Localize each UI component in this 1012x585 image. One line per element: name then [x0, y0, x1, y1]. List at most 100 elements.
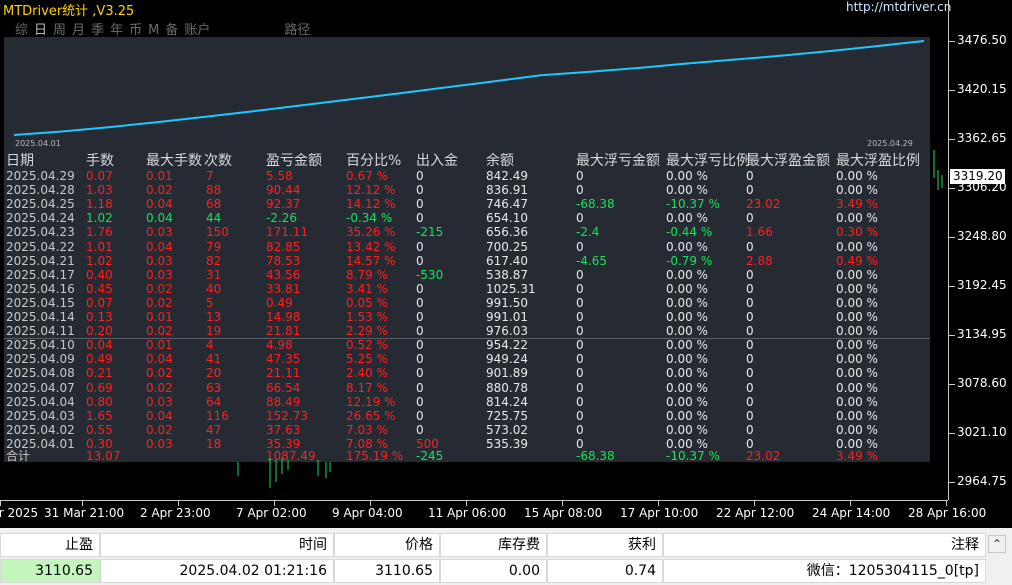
time-label: 29 Mar 2025: [0, 506, 39, 520]
table-cell: 0: [746, 352, 754, 367]
table-cell: 2025.04.04: [6, 394, 75, 409]
table-cell: 836.91: [486, 183, 528, 198]
site-link[interactable]: http://mtdriver.cn: [846, 0, 951, 14]
grid-cell[interactable]: 3110.65: [334, 559, 440, 583]
table-cell: 0.40: [86, 267, 113, 282]
equity-date-end: 2025.04.29: [867, 139, 913, 148]
table-cell: 0: [416, 211, 424, 226]
table-cell: 0: [576, 380, 584, 395]
toolbar-item-3[interactable]: 月: [72, 23, 85, 38]
table-cell: 23.02: [746, 197, 781, 212]
table-cell: 43.56: [266, 267, 301, 282]
table-cell: 13: [206, 310, 222, 324]
toolbar-item-1[interactable]: 日: [34, 23, 47, 38]
table-cell: 0: [416, 366, 424, 381]
table-cell: 171.11: [266, 225, 308, 240]
table-cell: 2025.04.08: [6, 366, 75, 381]
order-grid: 止盈 时间 价格 库存费 获利 注释 3110.65 2025.04.02 01:21:16 3…: [0, 528, 1012, 585]
grid-cell[interactable]: 0.74: [547, 559, 663, 583]
table-cell: 538.87: [486, 267, 528, 282]
grid-header[interactable]: 时间: [100, 533, 334, 557]
table-cell: 0.00 %: [666, 352, 708, 367]
price-tick: [949, 433, 955, 434]
table-cell: 2025.04.29: [6, 169, 75, 183]
table-cell: 0.21: [86, 366, 113, 381]
grid-cell[interactable]: 3110.65: [0, 559, 100, 583]
grid-cell[interactable]: 微信：1205304115_0[tp]: [663, 559, 986, 583]
toolbar-item-6[interactable]: 币: [129, 23, 142, 38]
table-cell: 0.02: [146, 295, 173, 310]
table-cell: 0: [746, 310, 754, 324]
toolbar-item-8[interactable]: 备: [165, 23, 178, 38]
table-cell: 654.10: [486, 211, 528, 226]
price-tick: [949, 237, 955, 238]
grid-header[interactable]: 获利: [547, 533, 663, 557]
price-tick: [949, 286, 955, 287]
price-chart[interactable]: MTDriver统计 ,V3.25 http://mtdriver.cn 综日周…: [0, 0, 1012, 528]
table-cell: 617.40: [486, 253, 528, 268]
table-cell: -530: [416, 267, 444, 282]
grid-header[interactable]: 止盈: [0, 533, 100, 557]
column-header: 最大浮盈比例: [836, 153, 920, 169]
table-cell: -215: [416, 225, 444, 240]
total-cell: 合计: [6, 449, 31, 463]
table-cell: 0.00 %: [836, 295, 878, 310]
toolbar-item-10[interactable]: 路径: [284, 23, 310, 38]
table-cell: 0: [576, 324, 584, 339]
column-header: 百分比%: [346, 153, 402, 169]
price-label: 3476.50: [957, 33, 1007, 47]
total-cell: 13.07: [86, 449, 121, 463]
table-cell: 0: [576, 183, 584, 198]
grid-cell[interactable]: 0.00: [440, 559, 547, 583]
table-cell: 0.00 %: [666, 281, 708, 296]
table-cell: 2025.04.22: [6, 239, 75, 254]
table-cell: 573.02: [486, 422, 528, 437]
table-cell: 0: [416, 169, 424, 183]
time-label: 7 Apr 02:00: [236, 506, 307, 520]
table-cell: 0.52 %: [346, 338, 388, 353]
table-cell: 0: [576, 169, 584, 183]
table-cell: 2025.04.25: [6, 197, 75, 212]
table-cell: 2025.04.11: [6, 324, 75, 339]
table-cell: 2025.04.23: [6, 225, 75, 240]
grid-header[interactable]: 注释: [663, 533, 986, 557]
price-tick: [949, 188, 955, 189]
toolbar-item-0[interactable]: 综: [15, 23, 28, 38]
table-cell: 1.03: [86, 183, 113, 198]
table-cell: 33.81: [266, 281, 301, 296]
table-cell: -4.65: [576, 253, 608, 268]
table-cell: 0.05 %: [346, 295, 388, 310]
table-cell: 18: [206, 436, 222, 451]
toolbar-item-2[interactable]: 周: [53, 23, 66, 38]
toolbar-item-9[interactable]: 账户: [184, 23, 210, 38]
time-label: 11 Apr 06:00: [428, 506, 507, 520]
price-label: 3021.10: [957, 425, 1007, 439]
grid-header[interactable]: 库存费: [440, 533, 547, 557]
table-cell: 0.49: [86, 352, 113, 367]
table-cell: 0.01: [146, 169, 173, 183]
table-cell: 26.65 %: [346, 408, 396, 423]
grid-cell[interactable]: 2025.04.02 01:21:16: [100, 559, 334, 583]
table-cell: 0: [576, 352, 584, 367]
table-cell: 1.01: [86, 239, 113, 254]
time-label: 2 Apr 23:00: [140, 506, 211, 520]
table-cell: 0.07: [86, 169, 113, 183]
table-cell: 0.00 %: [836, 394, 878, 409]
scroll-up-button[interactable]: ⌃: [988, 535, 1006, 553]
table-cell: 0.00 %: [836, 366, 878, 381]
table-cell: 0.00 %: [666, 267, 708, 282]
table-cell: 842.49: [486, 169, 528, 183]
table-cell: 2025.04.10: [6, 338, 75, 353]
table-cell: 5: [206, 295, 214, 310]
toolbar-item-4[interactable]: 季: [91, 23, 104, 38]
toolbar-item-5[interactable]: 年: [110, 23, 123, 38]
table-cell: 0.00 %: [836, 310, 878, 324]
table-cell: 4.98: [266, 338, 293, 353]
stats-toolbar: 综日周月季年币 M 备账户 路径: [15, 19, 316, 38]
table-cell: 0.00 %: [836, 422, 878, 437]
table-cell: 991.01: [486, 310, 528, 324]
toolbar-item-7[interactable]: M: [148, 23, 159, 38]
table-cell: 0.00 %: [836, 281, 878, 296]
grid-header[interactable]: 价格: [334, 533, 440, 557]
table-cell: 40: [206, 281, 222, 296]
